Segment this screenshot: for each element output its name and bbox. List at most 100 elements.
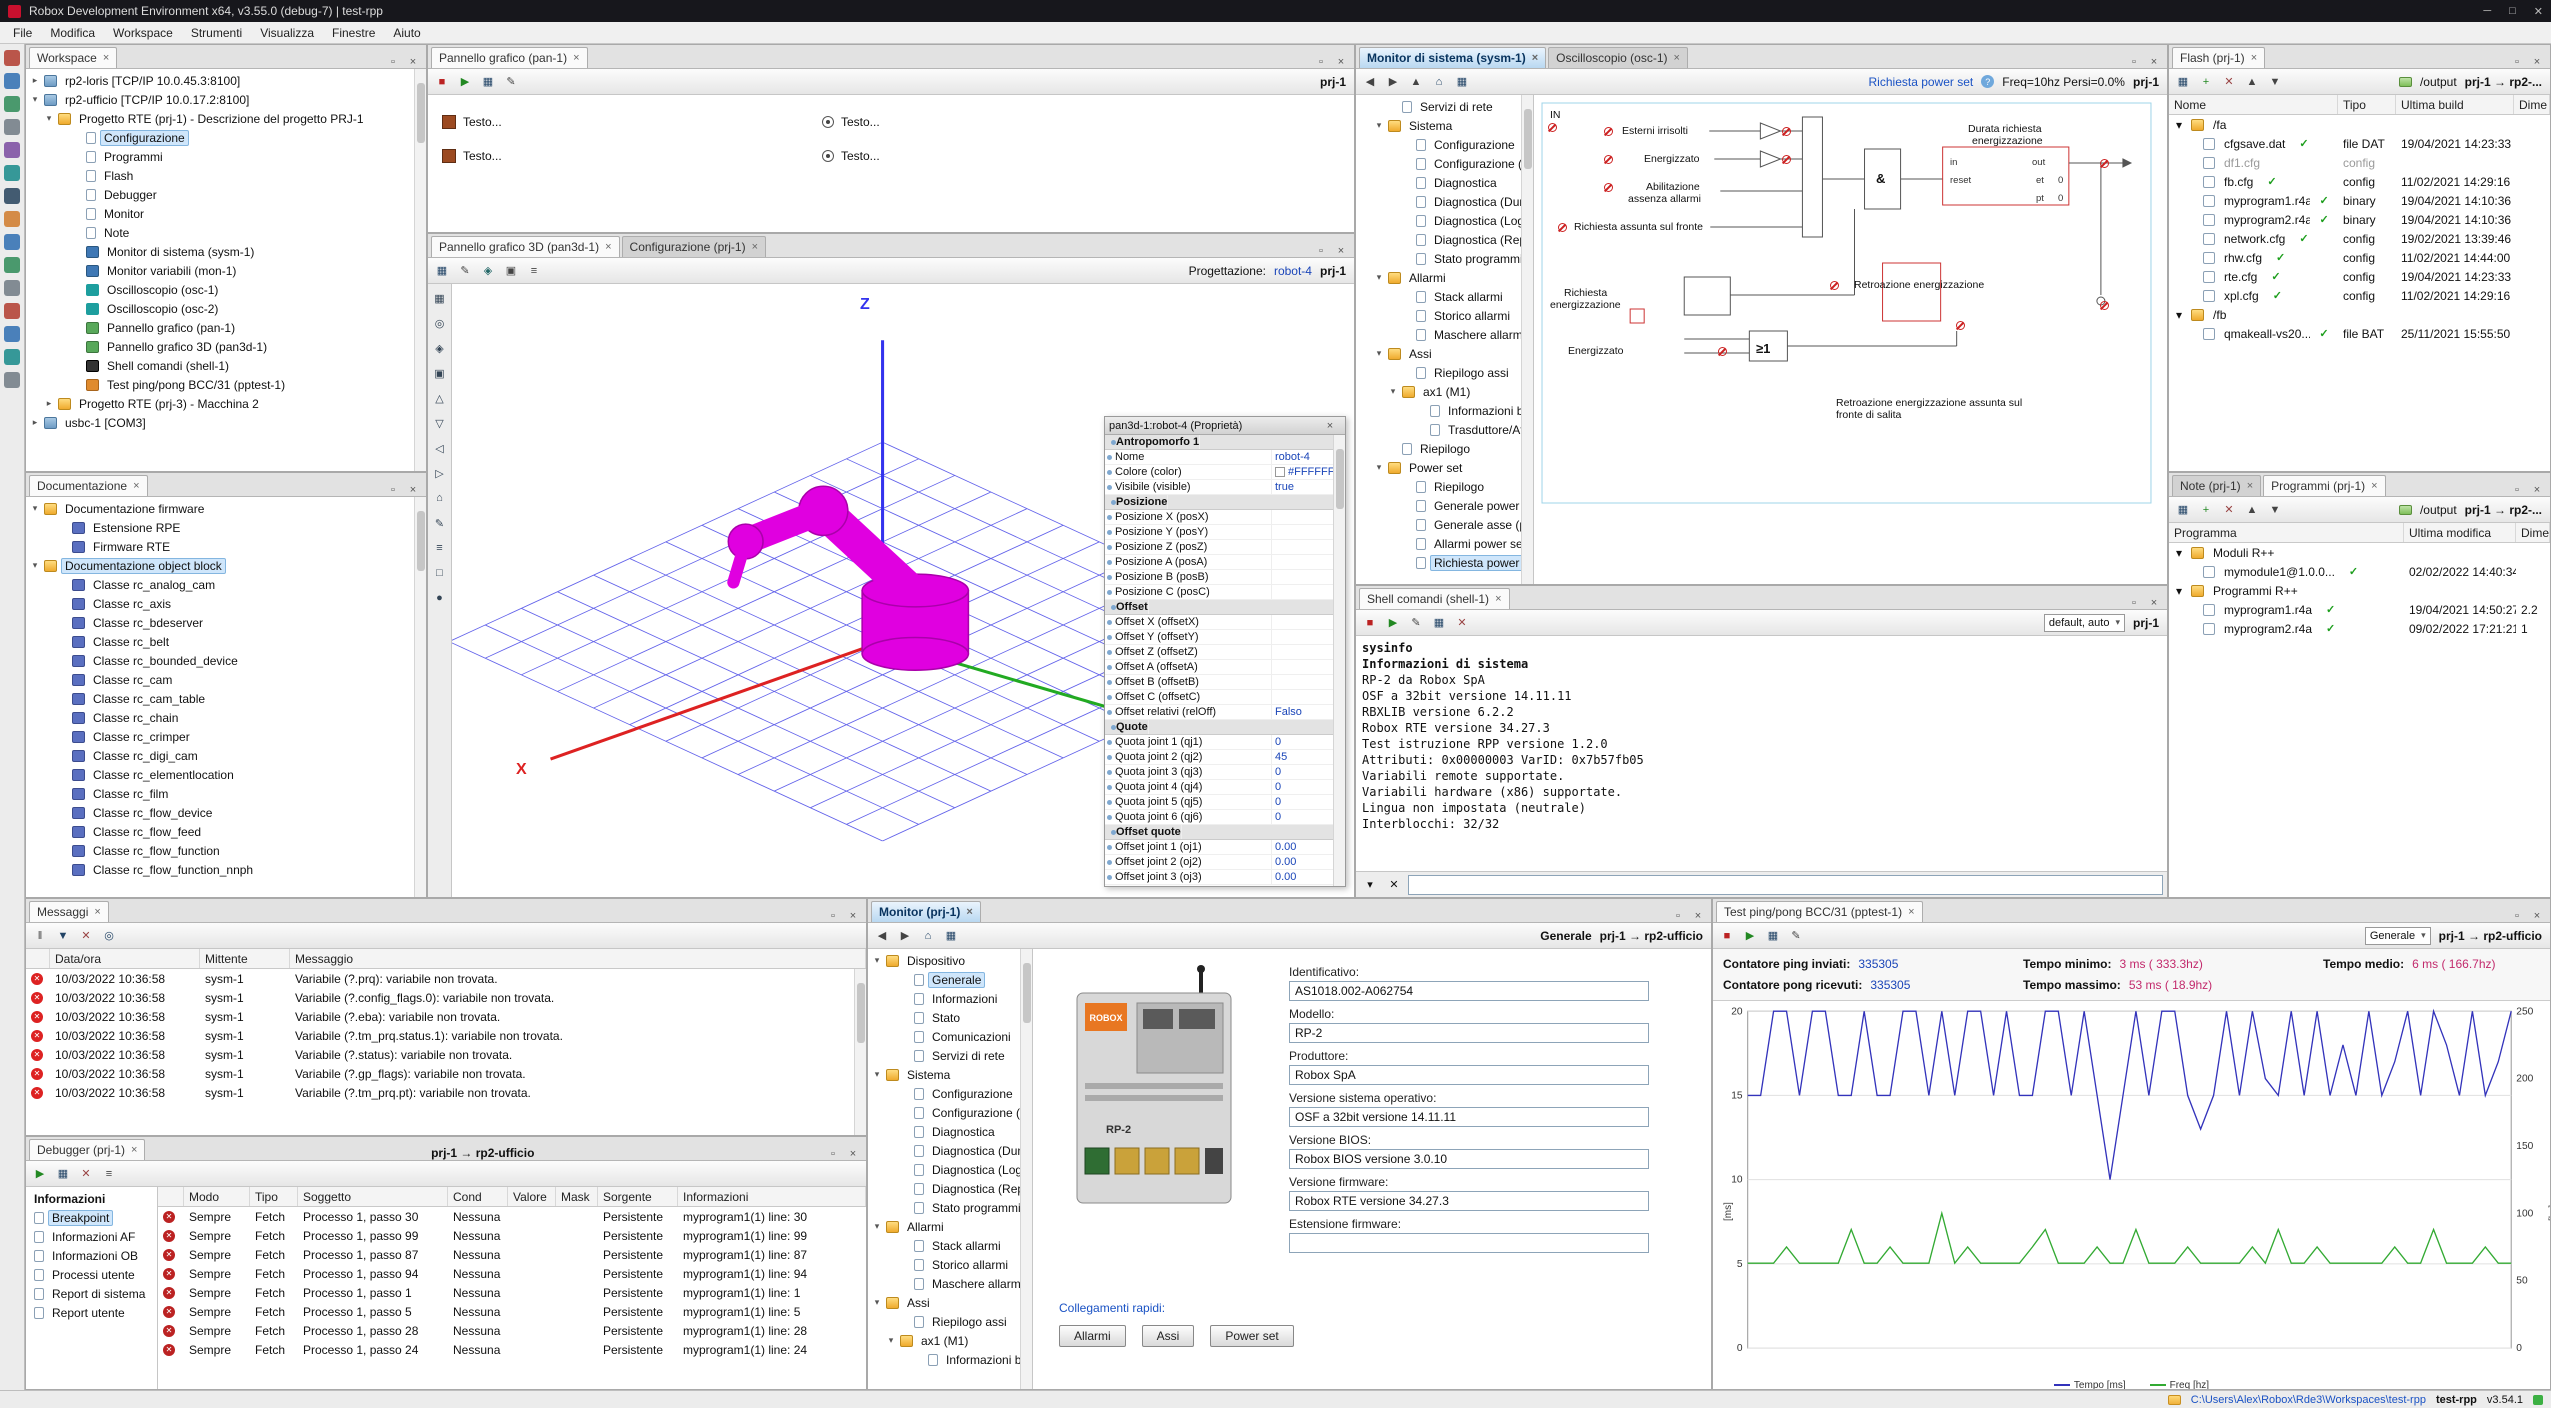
tree-item[interactable]: Stato (870, 1008, 1032, 1027)
tab-monitor[interactable]: Monitor (prj-1) (871, 901, 981, 922)
menu-item[interactable]: Workspace (104, 23, 182, 43)
tree-item[interactable]: Classe rc_crimper (28, 727, 426, 746)
tree-item[interactable]: ▾ ax1 (M1) (870, 1331, 1032, 1350)
view-tool-icon[interactable]: ◁ (430, 438, 450, 458)
view-tool-icon[interactable]: △ (430, 388, 450, 408)
toolbar-button[interactable]: ◀ (1360, 72, 1380, 92)
expand-icon[interactable]: ▸ (30, 75, 40, 86)
tab-pan3d[interactable]: Pannello grafico 3D (pan3d-1) (431, 236, 620, 257)
left-toolbar-icon[interactable] (4, 234, 20, 250)
tree-item[interactable]: Classe rc_bounded_device (28, 651, 426, 670)
menu-item[interactable]: Strumenti (182, 23, 251, 43)
property-row[interactable]: Offset quote (1105, 825, 1345, 840)
scrollbar[interactable] (1020, 949, 1032, 1389)
flash-row[interactable]: df1.cfg config (2169, 153, 2550, 172)
shell-command-input[interactable] (1408, 875, 2163, 895)
scrollbar[interactable] (854, 969, 866, 1135)
scrollbar[interactable] (1521, 95, 1533, 584)
tree-item[interactable]: Stato programmi (870, 1198, 1032, 1217)
tree-item[interactable]: Informazioni base (870, 1350, 1032, 1369)
toolbar-button[interactable]: ▶ (30, 1164, 50, 1184)
toolbar-button[interactable]: ‖ (30, 926, 50, 946)
expand-icon[interactable]: ▾ (1388, 386, 1398, 397)
close-icon[interactable] (1334, 245, 1348, 257)
property-row[interactable]: Posizione C (posC) (1105, 585, 1345, 600)
view-tool-icon[interactable]: ◎ (430, 313, 450, 333)
minimize-button[interactable]: ─ (2483, 5, 2491, 18)
tree-item[interactable]: Classe rc_flow_function (28, 841, 426, 860)
view-tool-icon[interactable]: □ (430, 563, 450, 583)
col-dataora[interactable]: Data/ora (50, 949, 200, 968)
left-toolbar-icon[interactable] (4, 119, 20, 135)
tree-item[interactable]: ▾ Assi (870, 1293, 1032, 1312)
left-toolbar-icon[interactable] (4, 165, 20, 181)
float-icon[interactable] (386, 484, 400, 496)
close-icon[interactable] (846, 910, 860, 922)
close-icon[interactable] (2530, 484, 2544, 496)
sidebar-item[interactable]: Report utente (26, 1303, 157, 1322)
property-value[interactable] (1148, 720, 1152, 734)
expand-icon[interactable]: ▾ (2171, 584, 2187, 598)
close-icon[interactable] (1674, 53, 1680, 63)
expand-icon[interactable]: ▾ (30, 503, 40, 514)
shell-mode-select[interactable]: default, auto (2044, 614, 2125, 632)
close-icon[interactable] (1532, 53, 1538, 63)
toolbar-button[interactable]: ▲ (2242, 500, 2262, 520)
left-toolbar-icon[interactable] (4, 349, 20, 365)
tree-item[interactable]: Configurazione (870, 1084, 1032, 1103)
close-icon[interactable] (1908, 907, 1914, 917)
tree-item[interactable]: Storico allarmi (870, 1255, 1032, 1274)
close-icon[interactable] (846, 1148, 860, 1160)
tree-item[interactable]: Diagnostica (Log) (1358, 211, 1533, 230)
tree-item[interactable]: ▾ rp2-ufficio [TCP/IP 10.0.17.2:8100] (28, 90, 426, 109)
tree-item[interactable]: Riepilogo (1358, 439, 1533, 458)
property-row[interactable]: Posizione Z (posZ) (1105, 540, 1345, 555)
expand-icon[interactable]: ▾ (30, 94, 40, 105)
expand-icon[interactable]: ▾ (2171, 546, 2187, 560)
view-tool-icon[interactable]: ● (430, 588, 450, 608)
scrollbar[interactable] (414, 497, 426, 897)
toolbar-button[interactable]: ✕ (76, 926, 96, 946)
close-icon[interactable] (406, 484, 420, 496)
tree-item[interactable]: Stack allarmi (1358, 287, 1533, 306)
tree-item[interactable]: Estensione RPE (28, 518, 426, 537)
tree-item[interactable]: Classe rc_film (28, 784, 426, 803)
col-messaggio[interactable]: Messaggio (290, 949, 866, 968)
property-row[interactable]: Offset Z (offsetZ) (1105, 645, 1345, 660)
tree-item[interactable]: Trasduttore/Att... (1358, 420, 1533, 439)
close-icon[interactable] (133, 481, 139, 491)
tree-item[interactable]: Classe rc_flow_feed (28, 822, 426, 841)
expand-icon[interactable]: ▾ (1374, 348, 1384, 359)
col-mittente[interactable]: Mittente (200, 949, 290, 968)
tree-item[interactable]: Pannello grafico 3D (pan3d-1) (28, 337, 426, 356)
tree-item[interactable]: Configurazione (FB) (870, 1103, 1032, 1122)
design-target[interactable]: robot-4 (1274, 264, 1312, 278)
toolbar-button[interactable]: ✎ (501, 72, 521, 92)
close-icon[interactable] (752, 242, 758, 252)
tree-item[interactable]: Oscilloscopio (osc-2) (28, 299, 426, 318)
tree-item[interactable]: Diagnostica (1358, 173, 1533, 192)
toolbar-button[interactable]: ▦ (1452, 72, 1472, 92)
tree-item[interactable]: Test ping/pong BCC/31 (pptest-1) (28, 375, 426, 394)
tree-item[interactable]: Stack allarmi (870, 1236, 1032, 1255)
close-icon[interactable] (103, 53, 109, 63)
field-value[interactable] (1289, 1233, 1649, 1253)
expand-icon[interactable]: ▾ (872, 955, 882, 966)
flash-row[interactable]: myprogram2.r4a ✓ binary 19/04/2021 14:10… (2169, 210, 2550, 229)
menu-item[interactable]: Aiuto (384, 23, 429, 43)
tree-item[interactable]: ▾ Power set (1358, 458, 1533, 477)
toolbar-button[interactable]: ▣ (501, 261, 521, 281)
breakpoint-row[interactable]: Sempre Fetch Processo 1, passo 1 Nessuna… (158, 1283, 866, 1302)
tree-item[interactable]: Riepilogo assi (870, 1312, 1032, 1331)
property-row[interactable]: Quota joint 6 (qj6) 0 (1105, 810, 1345, 825)
toolbar-button[interactable]: ✕ (76, 1164, 96, 1184)
toolbar-button[interactable]: ▼ (2265, 72, 2285, 92)
tree-item[interactable]: ▾ Dispositivo (870, 951, 1032, 970)
tree-item[interactable]: Classe rc_cam_table (28, 689, 426, 708)
close-icon[interactable] (2530, 56, 2544, 68)
flash-row[interactable]: ▾ /fb (2169, 305, 2550, 324)
left-toolbar-icon[interactable] (4, 303, 20, 319)
shell-output[interactable]: sysinfoInformazioni di sistemaRP-2 da Ro… (1356, 636, 2167, 871)
sidebar-item[interactable]: Processi utente (26, 1265, 157, 1284)
close-icon[interactable] (2530, 910, 2544, 922)
